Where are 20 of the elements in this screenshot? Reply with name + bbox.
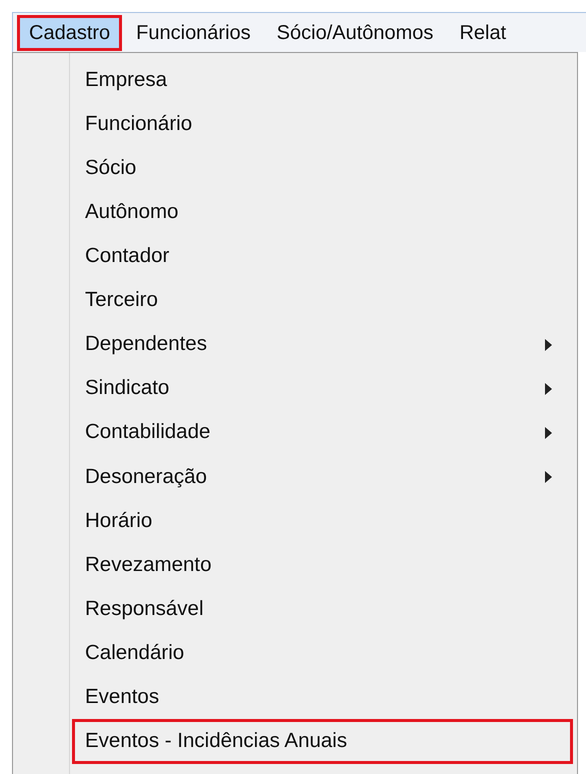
menu-item[interactable]: Terceiro: [72, 278, 573, 323]
menu-item[interactable]: Dependentes: [72, 322, 573, 367]
menu-item[interactable]: Responsável: [72, 587, 573, 632]
menu-item[interactable]: Contabilidade: [72, 410, 573, 455]
menu-item[interactable]: Desoneração: [72, 454, 573, 499]
menu-bar-item[interactable]: Sócio/Autônomos: [264, 14, 446, 50]
menu-item[interactable]: Empresa: [72, 58, 573, 102]
menu-item[interactable]: Autônomo: [72, 190, 573, 234]
menu-item[interactable]: Eventos - Incidências Anuais: [72, 719, 573, 764]
menu-bar-item[interactable]: Relat: [447, 14, 518, 50]
menu-item[interactable]: Calendário: [72, 631, 573, 676]
menu-item[interactable]: Contador: [72, 234, 573, 278]
menu-item[interactable]: Sócio: [72, 146, 573, 190]
menu-item[interactable]: Funcionário: [72, 102, 573, 146]
menu-bar-item[interactable]: Funcionários: [124, 14, 263, 50]
menu-item[interactable]: Revezamento: [72, 543, 573, 588]
menu-item[interactable]: Horário: [72, 498, 573, 544]
menu-item[interactable]: Sindicato: [72, 366, 573, 411]
menu-bar-item[interactable]: Cadastro: [17, 14, 122, 50]
menu-item[interactable]: Eventos: [72, 675, 573, 720]
